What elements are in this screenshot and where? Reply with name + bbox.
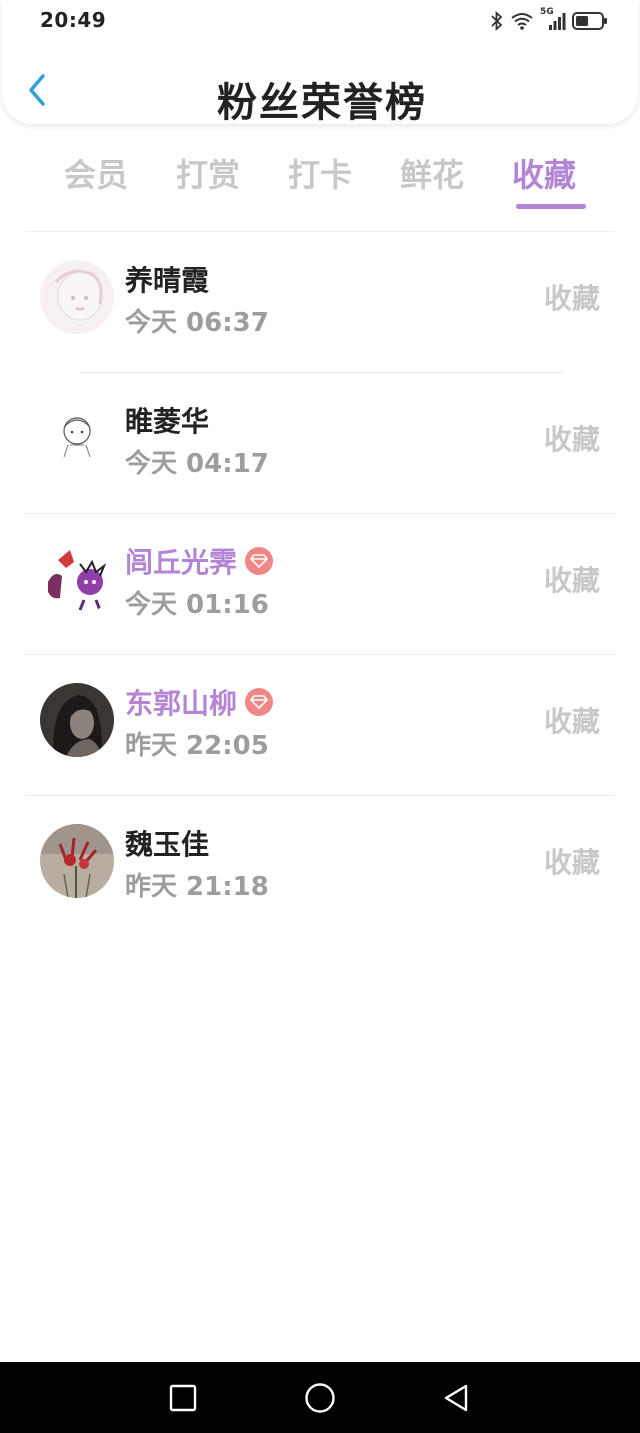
home-circle-icon xyxy=(305,1382,335,1413)
avatar xyxy=(40,542,114,616)
list-item[interactable]: 魏玉佳 昨天 21:18 收藏 xyxy=(25,796,615,937)
tab-favorites-label: 收藏 xyxy=(511,156,576,194)
action-label: 收藏 xyxy=(543,423,600,456)
recents-square-icon xyxy=(169,1384,197,1411)
list-item[interactable]: 睢菱华 今天 04:17 收藏 xyxy=(25,373,615,514)
back-triangle-icon xyxy=(444,1384,468,1411)
battery-icon xyxy=(572,11,608,31)
avatar xyxy=(40,260,114,334)
status-icons: 5G xyxy=(490,7,608,33)
tab-checkin[interactable]: 打卡 xyxy=(264,150,376,210)
action-label: 收藏 xyxy=(543,282,600,315)
fan-time: 今天 04:17 xyxy=(125,449,269,479)
status-time: 20:49 xyxy=(40,8,107,32)
list-item[interactable]: 闾丘光霁 今天 01:16 收藏 xyxy=(25,514,615,655)
avatar xyxy=(40,683,114,757)
tab-reward[interactable]: 打赏 xyxy=(152,150,264,210)
active-tab-indicator xyxy=(516,204,586,209)
home-button[interactable] xyxy=(280,1362,360,1433)
tab-flowers[interactable]: 鲜花 xyxy=(376,150,488,210)
avatar xyxy=(40,824,114,898)
wifi-icon xyxy=(510,11,534,31)
fan-name: 闾丘光霁 xyxy=(125,541,274,581)
list-item[interactable]: 东郭山柳 昨天 22:05 收藏 xyxy=(25,655,615,796)
fan-time: 昨天 22:05 xyxy=(125,731,269,761)
page-title: 粉丝荣誉榜 xyxy=(217,80,427,126)
action-label: 收藏 xyxy=(543,705,600,738)
action-label: 收藏 xyxy=(543,564,600,597)
fan-time: 昨天 21:18 xyxy=(125,872,269,902)
fan-list: 养晴霞 今天 06:37 收藏 睢菱华 今天 04:17 收藏 闾丘光霁 今天 … xyxy=(25,231,615,937)
tab-bar: 会员 打赏 打卡 鲜花 收藏 xyxy=(40,150,600,210)
back-nav-button[interactable] xyxy=(416,1362,496,1433)
diamond-icon xyxy=(245,547,274,575)
fan-name: 魏玉佳 xyxy=(125,828,210,861)
list-item[interactable]: 养晴霞 今天 06:37 收藏 xyxy=(25,232,615,373)
bluetooth-icon xyxy=(490,11,504,31)
fan-name: 东郭山柳 xyxy=(125,682,274,722)
system-nav-bar xyxy=(0,1362,640,1433)
diamond-icon xyxy=(245,688,274,716)
fan-name: 养晴霞 xyxy=(125,264,210,297)
avatar xyxy=(40,401,114,475)
header-card: 20:49 5G 粉丝荣誉榜 xyxy=(2,0,638,126)
tab-favorites[interactable]: 收藏 xyxy=(488,150,600,210)
fan-name: 睢菱华 xyxy=(125,405,210,438)
fan-time: 今天 01:16 xyxy=(125,590,269,620)
action-label: 收藏 xyxy=(543,846,600,879)
fan-time: 今天 06:37 xyxy=(125,308,269,338)
signal-icon: 5G xyxy=(540,7,566,32)
tab-member[interactable]: 会员 xyxy=(40,150,152,210)
recents-button[interactable] xyxy=(143,1362,223,1433)
